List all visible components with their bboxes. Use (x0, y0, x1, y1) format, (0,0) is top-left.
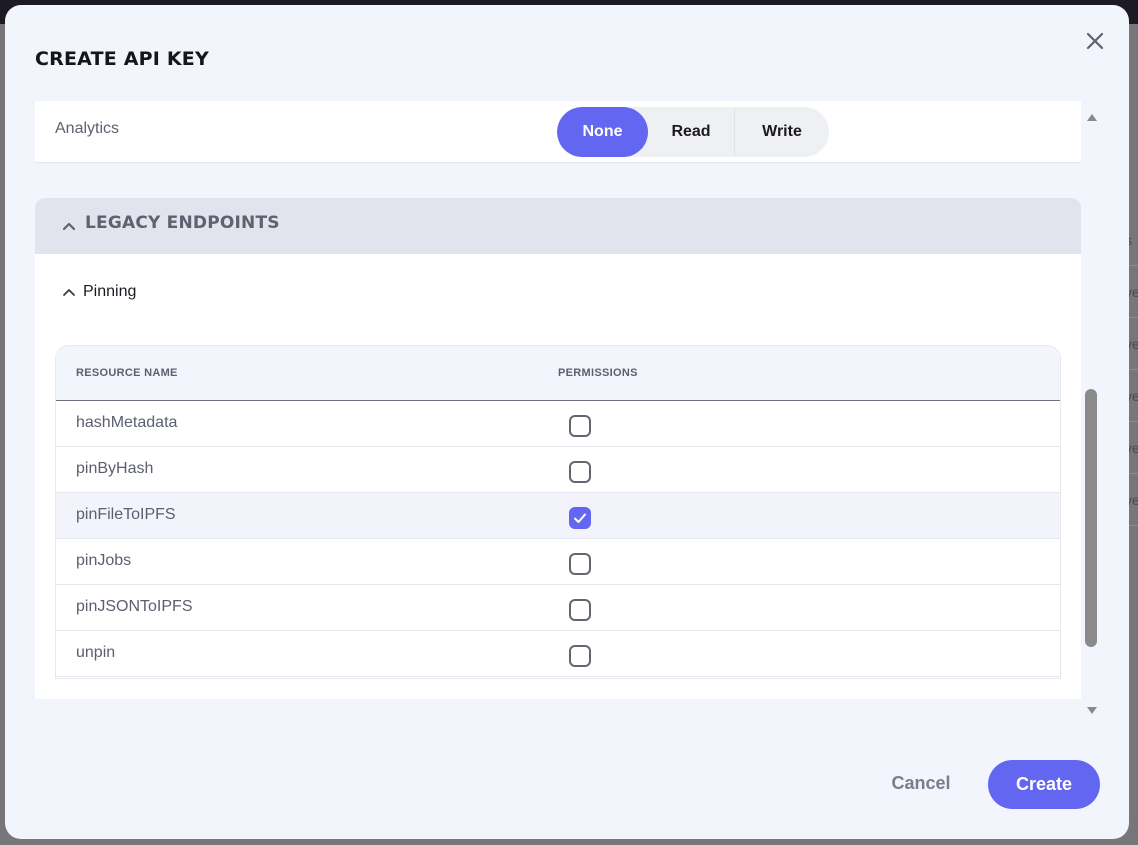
permissions-scroll-area: Analytics None Read Write LEGACY ENDPOIN… (35, 101, 1081, 717)
modal-title: CREATE API KEY (35, 48, 209, 70)
table-row: pinJSONToIPFS (56, 585, 1060, 631)
scroll-down-arrow-icon[interactable] (1087, 707, 1097, 714)
table-row: pinFileToIPFS (56, 493, 1060, 539)
permission-checkbox[interactable] (569, 461, 591, 483)
legacy-endpoints-toggle[interactable]: LEGACY ENDPOINTS (35, 198, 1081, 254)
resource-name: pinJSONToIPFS (76, 598, 193, 615)
scrollbar[interactable] (1084, 105, 1100, 719)
permission-checkbox[interactable] (569, 415, 591, 437)
close-icon (1086, 32, 1104, 50)
analytics-permission-row: Analytics None Read Write (35, 101, 1081, 163)
permission-read-button[interactable]: Read (648, 107, 735, 157)
legacy-endpoints-panel: Pinning RESOURCE NAME PERMISSIONS hashMe… (35, 254, 1081, 699)
checkmark-icon (574, 513, 586, 523)
create-button[interactable]: Create (988, 760, 1100, 809)
permission-checkbox[interactable] (569, 599, 591, 621)
resource-name: unpin (76, 644, 116, 661)
resource-name: pinJobs (76, 552, 132, 569)
close-button[interactable] (1081, 27, 1109, 55)
resource-name: hashMetadata (76, 414, 178, 431)
permission-checkbox[interactable] (569, 645, 591, 667)
chevron-up-icon (62, 222, 76, 231)
cancel-button[interactable]: Cancel (879, 763, 963, 803)
resource-name: pinFileToIPFS (76, 506, 176, 523)
legacy-endpoints-title: LEGACY ENDPOINTS (85, 213, 280, 233)
table-row: pinJobs (56, 539, 1060, 585)
table-row: pinByHash (56, 447, 1060, 493)
column-header-resource-name: RESOURCE NAME (76, 367, 178, 379)
analytics-label: Analytics (55, 120, 120, 137)
create-api-key-modal: CREATE API KEY Analytics None Read Write… (5, 5, 1129, 839)
table-header: RESOURCE NAME PERMISSIONS (56, 346, 1060, 401)
permission-checkbox[interactable] (569, 553, 591, 575)
scroll-up-arrow-icon[interactable] (1087, 114, 1097, 121)
resource-name: pinByHash (76, 460, 154, 477)
pinning-label: Pinning (83, 283, 137, 300)
table-row: hashMetadata (56, 401, 1060, 447)
column-header-permissions: PERMISSIONS (558, 367, 638, 379)
pinning-permissions-table: RESOURCE NAME PERMISSIONS hashMetadata pi… (55, 345, 1061, 679)
scrollbar-thumb[interactable] (1085, 389, 1097, 647)
chevron-up-icon (63, 289, 75, 296)
permission-write-button[interactable]: Write (735, 107, 829, 157)
permission-checkbox[interactable] (569, 507, 591, 529)
permission-none-button[interactable]: None (557, 107, 648, 157)
analytics-permission-selector: None Read Write (557, 107, 829, 157)
pinning-toggle[interactable]: Pinning (61, 280, 136, 304)
table-row: unpin (56, 631, 1060, 677)
